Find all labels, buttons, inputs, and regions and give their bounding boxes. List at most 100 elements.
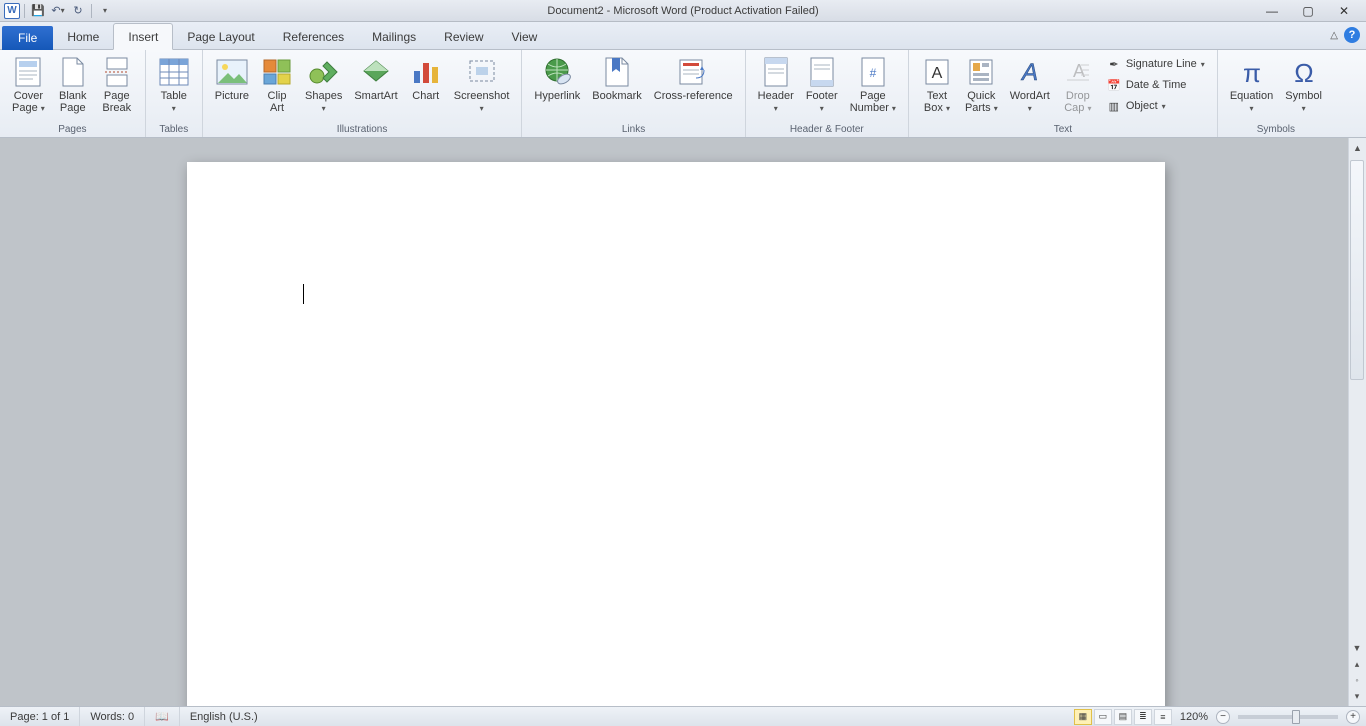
close-button[interactable]: ✕ — [1332, 2, 1356, 20]
wordart-button[interactable]: A WordArt▾ — [1006, 54, 1054, 117]
undo-icon[interactable]: ↶▾ — [49, 2, 67, 20]
zoom-in-button[interactable]: + — [1346, 710, 1360, 724]
tab-page-layout[interactable]: Page Layout — [173, 24, 268, 49]
zoom-slider[interactable] — [1238, 715, 1338, 719]
status-language[interactable]: English (U.S.) — [180, 707, 268, 726]
view-web-layout-button[interactable]: ▤ — [1114, 709, 1132, 725]
calendar-icon: 📅 — [1106, 77, 1122, 93]
text-stack: ✒Signature Line ▾ 📅Date & Time ▥Object ▾ — [1102, 54, 1209, 116]
cross-reference-icon — [677, 56, 709, 88]
group-pages: CoverPage ▾ BlankPage PageBreak Pages — [0, 50, 146, 137]
equation-button[interactable]: π Equation▾ — [1226, 54, 1277, 117]
previous-page-icon[interactable]: ▴ — [1349, 656, 1365, 672]
group-text: A TextBox ▾ QuickParts ▾ A WordArt▾ A Dr… — [909, 50, 1218, 137]
zoom-level[interactable]: 120% — [1180, 711, 1208, 723]
group-label-tables: Tables — [154, 122, 194, 135]
status-bar: Page: 1 of 1 Words: 0 📖 English (U.S.) ▦… — [0, 706, 1366, 726]
status-proofing[interactable]: 📖 — [145, 707, 180, 726]
zoom-out-button[interactable]: − — [1216, 710, 1230, 724]
tab-file[interactable]: File — [2, 26, 53, 50]
symbol-button[interactable]: Ω Symbol▾ — [1281, 54, 1326, 117]
cover-page-button[interactable]: CoverPage ▾ — [8, 54, 49, 117]
scroll-down-icon[interactable]: ▼ — [1349, 640, 1365, 656]
quick-parts-button[interactable]: QuickParts ▾ — [961, 54, 1002, 117]
vertical-scrollbar[interactable]: ▲ ▼ ▴ ◦ ▾ — [1348, 138, 1366, 706]
group-label-pages: Pages — [8, 122, 137, 135]
title-bar: W 💾 ↶▾ ↻ ▾ Document2 - Microsoft Word (P… — [0, 0, 1366, 22]
save-icon[interactable]: 💾 — [29, 2, 47, 20]
signature-line-button[interactable]: ✒Signature Line ▾ — [1102, 54, 1209, 74]
window-controls: — ▢ ✕ — [1260, 2, 1366, 20]
tab-view[interactable]: View — [498, 24, 552, 49]
view-print-layout-button[interactable]: ▦ — [1074, 709, 1092, 725]
group-illustrations: Picture ClipArt Shapes▾ SmartArt Chart S… — [203, 50, 523, 137]
group-label-symbols: Symbols — [1226, 122, 1326, 135]
qat-customize-icon[interactable]: ▾ — [96, 2, 114, 20]
page-break-button[interactable]: PageBreak — [97, 54, 137, 116]
smartart-button[interactable]: SmartArt — [350, 54, 401, 104]
maximize-button[interactable]: ▢ — [1296, 2, 1320, 20]
ribbon: CoverPage ▾ BlankPage PageBreak Pages Ta… — [0, 50, 1366, 138]
drop-cap-button[interactable]: A DropCap ▾ — [1058, 54, 1098, 117]
word-logo-icon[interactable]: W — [4, 3, 20, 19]
header-button[interactable]: Header▾ — [754, 54, 798, 117]
zoom-slider-thumb[interactable] — [1292, 710, 1300, 724]
footer-button[interactable]: Footer▾ — [802, 54, 842, 117]
view-draft-button[interactable]: ≡ — [1154, 709, 1172, 725]
tab-mailings[interactable]: Mailings — [358, 24, 430, 49]
screenshot-button[interactable]: Screenshot▾ — [450, 54, 514, 117]
chart-icon — [410, 56, 442, 88]
scroll-up-icon[interactable]: ▲ — [1350, 140, 1366, 156]
browse-object-icon[interactable]: ◦ — [1349, 672, 1365, 688]
page-number-button[interactable]: # PageNumber ▾ — [846, 54, 900, 117]
picture-button[interactable]: Picture — [211, 54, 253, 104]
hyperlink-button[interactable]: Hyperlink — [530, 54, 584, 104]
status-words[interactable]: Words: 0 — [80, 707, 145, 726]
help-icon[interactable]: ? — [1344, 27, 1360, 43]
clip-art-icon — [261, 56, 293, 88]
blank-page-button[interactable]: BlankPage — [53, 54, 93, 116]
page-number-icon: # — [857, 56, 889, 88]
group-links: Hyperlink Bookmark Cross-reference Links — [522, 50, 745, 137]
chart-button[interactable]: Chart — [406, 54, 446, 104]
group-tables: Table▾ Tables — [146, 50, 203, 137]
tab-references[interactable]: References — [269, 24, 358, 49]
date-time-button[interactable]: 📅Date & Time — [1102, 75, 1209, 95]
svg-text:Ω: Ω — [1294, 58, 1313, 88]
text-box-button[interactable]: A TextBox ▾ — [917, 54, 957, 117]
svg-text:#: # — [869, 66, 876, 80]
redo-icon[interactable]: ↻ — [69, 2, 87, 20]
footer-icon — [806, 56, 838, 88]
group-symbols: π Equation▾ Ω Symbol▾ Symbols — [1218, 50, 1334, 137]
document-page[interactable] — [187, 162, 1165, 706]
separator — [91, 4, 92, 18]
clip-art-button[interactable]: ClipArt — [257, 54, 297, 116]
bookmark-button[interactable]: Bookmark — [588, 54, 646, 104]
tab-insert[interactable]: Insert — [113, 23, 173, 50]
cover-page-icon — [12, 56, 44, 88]
next-page-icon[interactable]: ▾ — [1349, 688, 1365, 704]
shapes-button[interactable]: Shapes▾ — [301, 54, 346, 117]
view-outline-button[interactable]: ≣ — [1134, 709, 1152, 725]
tab-home[interactable]: Home — [53, 24, 113, 49]
signature-icon: ✒ — [1106, 56, 1122, 72]
minimize-ribbon-icon[interactable]: △ — [1330, 30, 1338, 41]
table-button[interactable]: Table▾ — [154, 54, 194, 117]
object-icon: ▥ — [1106, 98, 1122, 114]
svg-text:π: π — [1243, 58, 1261, 88]
minimize-button[interactable]: — — [1260, 2, 1284, 20]
scroll-thumb[interactable] — [1350, 160, 1364, 380]
group-label-links: Links — [530, 122, 736, 135]
symbol-icon: Ω — [1288, 56, 1320, 88]
status-page[interactable]: Page: 1 of 1 — [0, 707, 80, 726]
quick-parts-icon — [965, 56, 997, 88]
ribbon-right-controls: △ ? — [1330, 27, 1360, 43]
cross-reference-button[interactable]: Cross-reference — [650, 54, 737, 104]
svg-text:A: A — [1020, 59, 1038, 86]
svg-text:A: A — [932, 65, 943, 82]
drop-cap-icon: A — [1062, 56, 1094, 88]
wordart-icon: A — [1014, 56, 1046, 88]
object-button[interactable]: ▥Object ▾ — [1102, 96, 1209, 116]
view-full-screen-button[interactable]: ▭ — [1094, 709, 1112, 725]
tab-review[interactable]: Review — [430, 24, 497, 49]
